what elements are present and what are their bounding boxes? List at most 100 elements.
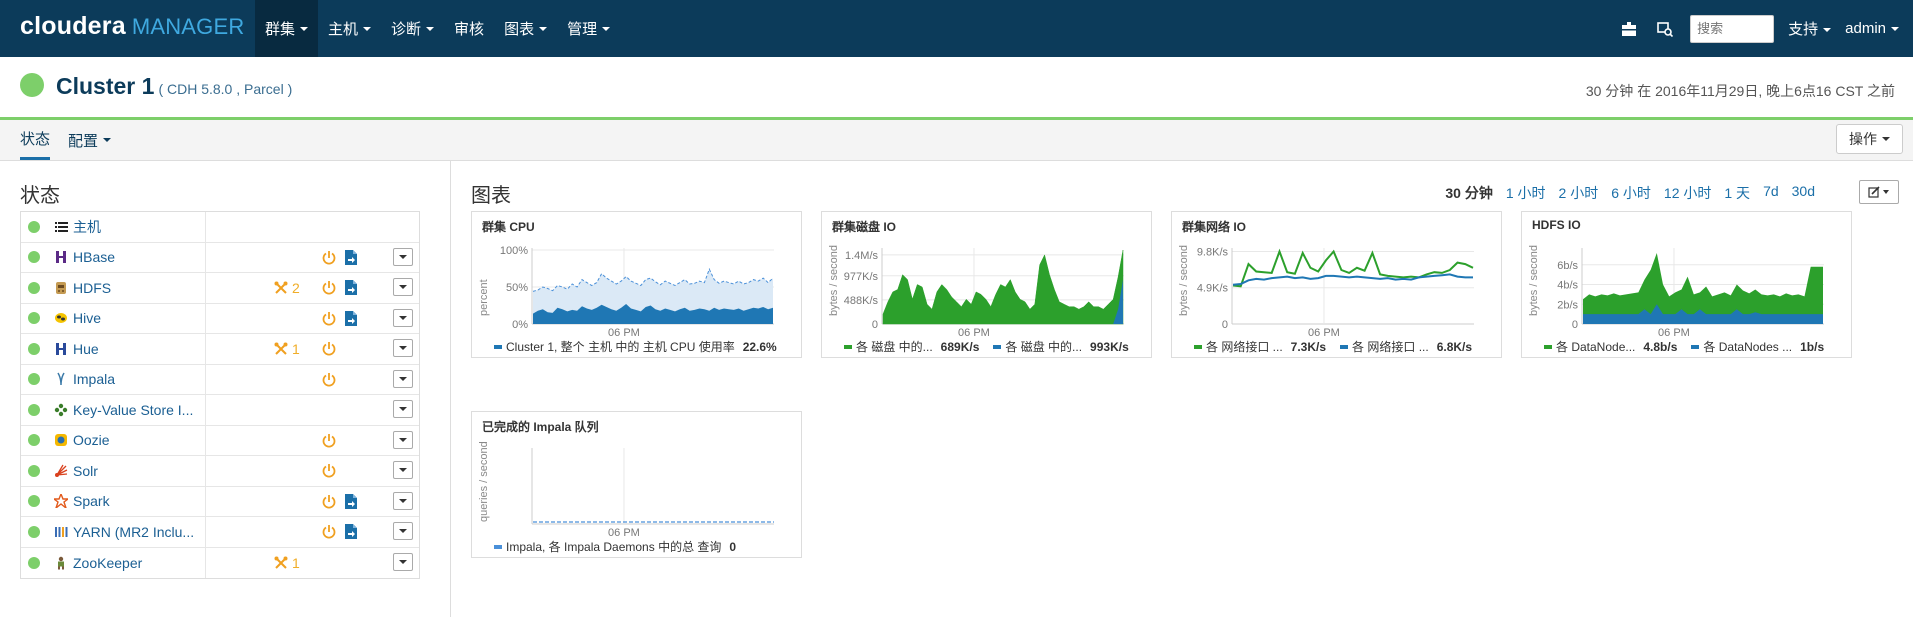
client-config-icon[interactable] <box>344 523 358 540</box>
service-actions-dropdown[interactable] <box>393 491 413 510</box>
nav-item-label: 主机 <box>328 21 359 38</box>
chart-impala-queries[interactable]: 已完成的 Impala 队列 queries / second 06 PM Impal… <box>471 411 802 558</box>
legend-item[interactable]: 各 网络接口 ... 6.8K/s <box>1340 338 1472 355</box>
chevron-down-icon <box>399 315 407 320</box>
service-link[interactable]: ZooKeeper <box>73 555 213 571</box>
service-row: 主机 <box>21 212 419 243</box>
service-actions-dropdown[interactable] <box>393 400 413 418</box>
service-actions-dropdown[interactable] <box>393 461 413 479</box>
client-config-icon[interactable] <box>344 279 358 296</box>
restart-icon[interactable] <box>321 250 337 266</box>
restart-icon[interactable] <box>321 524 337 540</box>
legend-item[interactable]: 各 DataNodes ... 1b/s <box>1691 338 1824 355</box>
service-link[interactable]: HBase <box>73 249 213 265</box>
service-actions-dropdown[interactable] <box>393 369 413 388</box>
chart-cluster-disk-io[interactable]: 群集磁盘 IO bytes / second 1.4M/s 977K/s 488K/s 0… <box>821 211 1152 358</box>
search-input[interactable] <box>1690 14 1775 43</box>
service-row: Hue 1 <box>21 334 419 365</box>
restart-icon[interactable] <box>321 433 337 449</box>
actions-button[interactable]: 操作 <box>1836 124 1903 154</box>
legend-item[interactable]: 各 DataNode... 4.8b/s <box>1544 338 1677 355</box>
time-range-option[interactable]: 2 小时 <box>1559 183 1599 203</box>
legend-item[interactable]: 各 磁盘 中的... 993K/s <box>993 338 1129 355</box>
config-issues-badge[interactable]: 2 <box>274 280 300 296</box>
tab-config-label: 配置 <box>68 132 99 150</box>
nav-item-4[interactable]: 图表 <box>494 0 557 57</box>
legend-value: 993K/s <box>1090 339 1129 354</box>
restart-icon[interactable] <box>321 341 337 357</box>
service-link[interactable]: Key-Value Store I... <box>73 402 213 418</box>
service-status-dot <box>28 464 40 477</box>
support-menu[interactable]: 支持 <box>1788 18 1832 39</box>
nav-item-3[interactable]: 审核 <box>444 0 494 57</box>
nav-item-1[interactable]: 主机 <box>318 0 381 57</box>
service-link[interactable]: Impala <box>73 371 213 387</box>
oozie-icon <box>54 433 68 447</box>
cloudera-logo[interactable]: cloudera MANAGER <box>20 12 244 41</box>
nav-item-0[interactable]: 群集 <box>255 0 319 57</box>
cluster-name: Cluster 1 <box>56 73 155 99</box>
service-link[interactable]: 主机 <box>73 217 213 237</box>
edit-charts-button[interactable] <box>1859 180 1899 204</box>
service-actions-dropdown[interactable] <box>393 308 413 327</box>
legend-item[interactable]: Cluster 1, 整个 主机 中的 主机 CPU 使用率 22.6% <box>494 338 777 355</box>
legend-item[interactable]: 各 网络接口 ... 7.3K/s <box>1194 338 1326 355</box>
disk-read-area <box>882 249 1124 325</box>
chart-cluster-cpu[interactable]: 群集 CPU percent 100% 50% 0% 06 PM Cluster 1, 整个… <box>471 211 802 358</box>
time-range-option[interactable]: 7d <box>1763 183 1779 203</box>
time-context[interactable]: 30 分钟 在 2016年11月29日, 晚上6点16 CST 之前 <box>1586 81 1895 101</box>
service-actions-dropdown[interactable] <box>393 278 413 296</box>
service-link[interactable]: YARN (MR2 Inclu... <box>73 524 213 540</box>
time-range-option[interactable]: 1 天 <box>1724 183 1750 203</box>
config-issues-badge[interactable]: 1 <box>274 555 300 571</box>
legend-item[interactable]: 各 磁盘 中的... 689K/s <box>844 338 979 355</box>
time-range-option[interactable]: 30d <box>1792 183 1815 203</box>
user-menu[interactable]: admin <box>1845 20 1899 37</box>
service-link[interactable]: Solr <box>73 463 213 479</box>
restart-icon[interactable] <box>321 372 337 388</box>
restart-icon[interactable] <box>321 463 337 479</box>
restart-icon[interactable] <box>321 494 337 510</box>
service-actions-dropdown[interactable] <box>393 552 413 571</box>
config-issues-badge[interactable]: 1 <box>274 341 300 357</box>
legend-label: 各 网络接口 ... <box>1352 340 1429 354</box>
column-divider <box>205 547 206 578</box>
service-link[interactable]: Oozie <box>73 432 213 448</box>
service-link[interactable]: Hue <box>73 341 213 357</box>
time-range-option[interactable]: 1 小时 <box>1506 183 1546 203</box>
nav-item-5[interactable]: 管理 <box>557 0 620 57</box>
chart-cluster-network-io[interactable]: 群集网络 IO bytes / second 9.8K/s 4.9K/s 0 06 PM 各… <box>1171 211 1502 358</box>
time-range-option[interactable]: 30 分钟 <box>1445 183 1492 203</box>
service-actions-dropdown[interactable] <box>393 247 413 266</box>
time-range-option[interactable]: 6 小时 <box>1611 183 1651 203</box>
service-link[interactable]: HDFS <box>73 280 213 296</box>
legend-label: Impala, 各 Impala Daemons 中的总 查询 <box>506 540 722 554</box>
main-nav: 群集 主机 诊断 审核 图表 管理 <box>255 0 620 57</box>
parcel-icon[interactable] <box>1618 18 1640 40</box>
service-actions-dropdown[interactable] <box>393 339 413 357</box>
legend-item[interactable]: Impala, 各 Impala Daemons 中的总 查询 0 <box>494 538 736 555</box>
time-range-option[interactable]: 12 小时 <box>1664 183 1711 203</box>
service-actions-dropdown[interactable] <box>393 522 413 540</box>
tab-status[interactable]: 状态 <box>20 120 51 160</box>
nav-item-2[interactable]: 诊断 <box>381 0 444 57</box>
client-config-icon[interactable] <box>344 493 358 510</box>
y-tick-label: 0 <box>1572 319 1578 331</box>
impala-icon <box>54 372 68 386</box>
chart-legend: Cluster 1, 整个 主机 中的 主机 CPU 使用率 22.6% <box>494 338 791 355</box>
y-tick-label: 6b/s <box>1557 260 1578 272</box>
running-commands-icon[interactable] <box>1654 18 1676 40</box>
restart-icon[interactable] <box>321 311 337 327</box>
service-actions-dropdown[interactable] <box>393 430 413 449</box>
tab-configuration[interactable]: 配置 <box>68 120 112 160</box>
chevron-down-icon <box>1891 27 1899 32</box>
chevron-down-icon <box>399 254 407 259</box>
restart-icon[interactable] <box>321 280 337 296</box>
chevron-down-icon <box>399 559 407 564</box>
chevron-down-icon <box>399 498 407 503</box>
service-link[interactable]: Hive <box>73 310 213 326</box>
client-config-icon[interactable] <box>344 249 358 266</box>
service-link[interactable]: Spark <box>73 493 213 509</box>
client-config-icon[interactable] <box>344 310 358 327</box>
chart-hdfs-io[interactable]: HDFS IO bytes / second 6b/s 4b/s 2b/s 0 06 PM 各… <box>1521 211 1852 358</box>
